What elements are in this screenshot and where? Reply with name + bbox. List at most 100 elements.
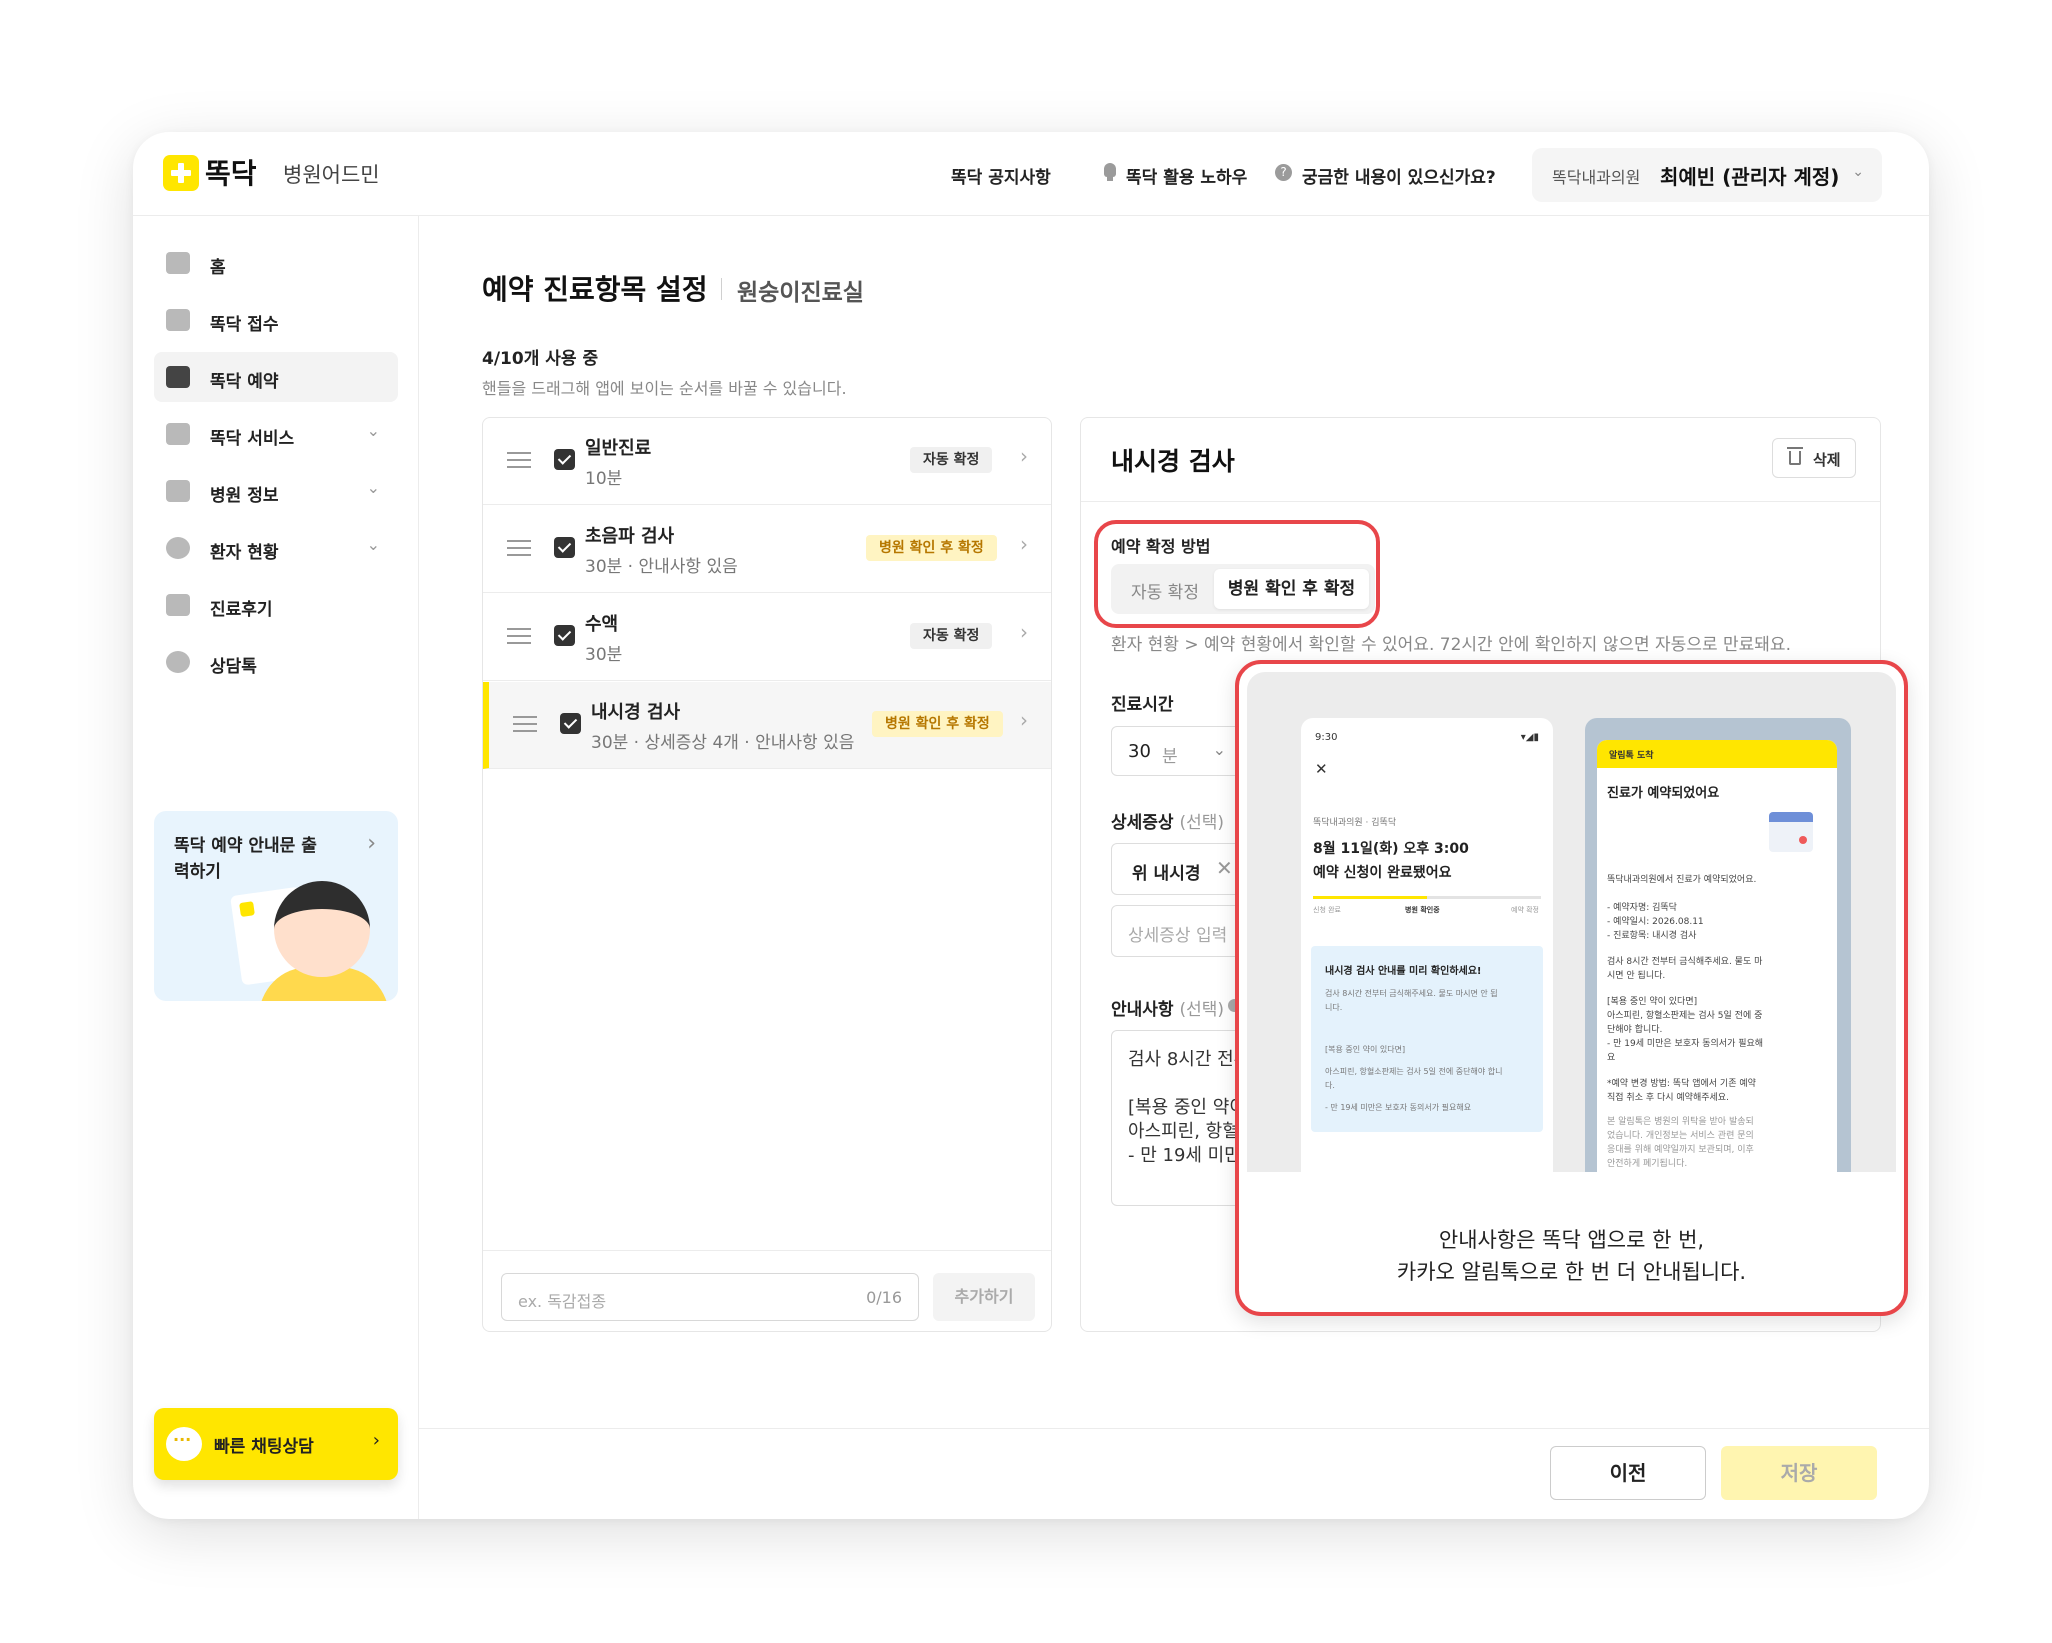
question-icon: ?	[1275, 164, 1292, 181]
app-notice-line: 검사 8시간 전부터 금식해주세요. 물도 마시면 안 됩	[1325, 989, 1498, 998]
app-date: 8월 11일(화) 오후 3:00	[1313, 841, 1469, 857]
usage-description: 핸들을 드래그해 앱에 보이는 순서를 바꿀 수 있습니다.	[482, 379, 847, 398]
sidebar-item-reservation[interactable]: 똑닥 예약	[154, 352, 398, 402]
preview-illustration: 9:30 ▾◢▮ ✕ 똑닥내과의원 · 김똑닥 8월 11일(화) 오후 3:0…	[1247, 672, 1896, 1172]
divider	[483, 1250, 1051, 1251]
status-badge: 자동 확정	[910, 447, 993, 473]
account-clinic: 똑닥내과의원	[1552, 168, 1641, 187]
app-clinic: 똑닥내과의원 · 김똑닥	[1313, 818, 1397, 828]
chevron-down-icon: ⌄	[366, 535, 380, 554]
app-notice-line: 아스피린, 항혈소판제는 검사 5일 전에 중단해야 합니	[1325, 1067, 1503, 1076]
item-name: 수액	[585, 614, 619, 635]
notice-line: [복용 중인 약이	[1128, 1097, 1246, 1118]
account-menu[interactable]: 똑닥내과의원 최예빈 (관리자 계정) ⌄	[1532, 148, 1882, 202]
list-item[interactable]: 초음파 검사 30분 · 안내사항 있음 병원 확인 후 확정 ›	[483, 506, 1051, 593]
drag-handle-icon[interactable]	[513, 716, 537, 732]
chevron-down-icon: ⌄	[366, 421, 380, 440]
item-name: 초음파 검사	[585, 526, 675, 547]
save-button[interactable]: 저장	[1721, 1446, 1877, 1500]
sidebar-item-service[interactable]: 똑닥 서비스 ⌄	[154, 409, 398, 459]
quick-chat-label: 빠른 채팅상담	[214, 1437, 314, 1457]
method-help-text: 환자 현황 > 예약 현황에서 확인할 수 있어요. 72시간 안에 확인하지 …	[1111, 635, 1791, 655]
symptom-tag-text: 위 내시경	[1132, 864, 1201, 884]
kakao-line: 직접 취소 후 다시 예약해주세요.	[1607, 1093, 1729, 1103]
quick-chat-button[interactable]: 빠른 채팅상담 ›	[154, 1408, 398, 1480]
sidebar-item-patients[interactable]: 환자 현황 ⌄	[154, 523, 398, 573]
symptom-placeholder: 상세증상 입력	[1128, 926, 1228, 946]
item-checkbox[interactable]	[554, 449, 575, 470]
chevron-right-icon: ›	[1020, 532, 1028, 556]
logo-subtitle: 병원어드민	[283, 163, 380, 187]
detail-title: 내시경 검사	[1111, 447, 1235, 476]
sidebar-item-label: 홈	[210, 258, 226, 278]
calendar-icon	[1769, 812, 1813, 852]
chevron-down-icon: ⌄	[1852, 164, 1864, 180]
treatment-item-list: 일반진료 10분 자동 확정 › 초음파 검사 30분 · 안내사항 있음 병원…	[482, 417, 1052, 1332]
drag-handle-icon[interactable]	[507, 628, 531, 644]
notice-preview-popup: 9:30 ▾◢▮ ✕ 똑닥내과의원 · 김똑닥 8월 11일(화) 오후 3:0…	[1235, 660, 1908, 1316]
divider	[1081, 501, 1880, 502]
usage-count: 4/10개 사용 중	[482, 349, 599, 369]
app-notice-line: 니다.	[1325, 1003, 1343, 1012]
item-name: 일반진료	[585, 438, 652, 459]
kakao-title: 진료가 예약되었어요	[1607, 786, 1720, 801]
delete-button[interactable]: 삭제	[1772, 438, 1856, 478]
list-item[interactable]: 일반진료 10분 자동 확정 ›	[483, 418, 1051, 505]
chat-icon	[166, 651, 190, 673]
add-item-button[interactable]: 추가하기	[933, 1273, 1035, 1321]
notice-link[interactable]: 똑닥 공지사항	[951, 163, 1051, 188]
trash-icon	[1787, 447, 1803, 465]
item-meta: 30분 · 안내사항 있음	[585, 557, 738, 577]
kakao-line: 검사 8시간 전부터 금식해주세요. 물도 마	[1607, 957, 1763, 967]
sidebar-item-home[interactable]: 홈	[154, 238, 398, 288]
drag-handle-icon[interactable]	[507, 540, 531, 556]
previous-button[interactable]: 이전	[1550, 1446, 1706, 1500]
title-divider	[721, 278, 722, 300]
chevron-down-icon: ⌄	[1212, 740, 1226, 759]
sidebar-item-reception[interactable]: 똑닥 접수	[154, 295, 398, 345]
kakao-footer-line: 안전하게 폐기됩니다.	[1607, 1159, 1688, 1169]
item-meta: 30분 · 상세증상 4개 · 안내사항 있음	[591, 733, 855, 753]
kakao-line: - 예약자명: 김똑닥	[1607, 903, 1677, 913]
item-checkbox[interactable]	[554, 625, 575, 646]
sidebar-item-label: 똑닥 서비스	[210, 429, 295, 449]
sidebar-item-hospital-info[interactable]: 병원 정보 ⌄	[154, 466, 398, 516]
time-select[interactable]: 30 분 ⌄	[1111, 726, 1241, 776]
char-counter: 0/16	[866, 1288, 902, 1307]
print-guide-banner[interactable]: 똑닥 예약 안내문 출력하기 ›	[154, 811, 398, 1001]
app-preview-phone: 9:30 ▾◢▮ ✕ 똑닥내과의원 · 김똑닥 8월 11일(화) 오후 3:0…	[1301, 718, 1553, 1172]
chevron-right-icon: ›	[372, 1430, 380, 1451]
item-name: 내시경 검사	[591, 702, 681, 723]
drag-handle-icon[interactable]	[507, 452, 531, 468]
symptom-label: 상세증상 (선택)	[1111, 808, 1224, 833]
item-checkbox[interactable]	[554, 537, 575, 558]
optional-tag: (선택)	[1179, 813, 1225, 833]
faq-link[interactable]: 궁금한 내용이 있으신가요?	[1302, 163, 1496, 188]
tips-link[interactable]: 똑닥 활용 노하우	[1126, 163, 1247, 188]
notice-label: 안내사항 (선택)	[1111, 995, 1224, 1020]
close-icon[interactable]: ✕	[1216, 856, 1233, 880]
sidebar-item-chat[interactable]: 상담톡	[154, 637, 398, 687]
sidebar-item-label: 상담톡	[210, 657, 257, 677]
page-title: 예약 진료항목 설정	[482, 273, 708, 306]
kakao-line: 아스피린, 항혈소판제는 검사 5일 전에 중	[1607, 1011, 1763, 1021]
time-value: 30	[1128, 741, 1151, 762]
kakao-line: *예약 변경 방법: 똑닥 앱에서 기존 예약	[1607, 1079, 1756, 1089]
app-notice-line: 다.	[1325, 1081, 1335, 1090]
logo-text[interactable]: 똑닥	[205, 152, 257, 192]
item-checkbox[interactable]	[560, 713, 581, 734]
notice-label-text: 안내사항	[1111, 1000, 1174, 1020]
app-notice-title: 내시경 검사 안내를 미리 확인하세요!	[1325, 966, 1482, 977]
home-icon	[166, 252, 190, 274]
logo-cross-icon	[163, 155, 199, 191]
status-badge: 병원 확인 후 확정	[866, 535, 997, 561]
sidebar-item-label: 병원 정보	[210, 486, 279, 506]
sidebar-item-reviews[interactable]: 진료후기	[154, 580, 398, 630]
list-item-selected[interactable]: 내시경 검사 30분 · 상세증상 4개 · 안내사항 있음 병원 확인 후 확…	[483, 682, 1051, 769]
chat-bubble-icon	[166, 1427, 202, 1461]
hospital-icon	[166, 480, 190, 502]
list-item[interactable]: 수액 30분 자동 확정 ›	[483, 594, 1051, 681]
kakao-footer-line: 었습니다. 개인정보는 서비스 관련 문의	[1607, 1131, 1754, 1141]
new-item-input[interactable]: ex. 독감접종 0/16	[501, 1273, 919, 1321]
kakao-header-text: 알림톡 도착	[1609, 751, 1654, 761]
